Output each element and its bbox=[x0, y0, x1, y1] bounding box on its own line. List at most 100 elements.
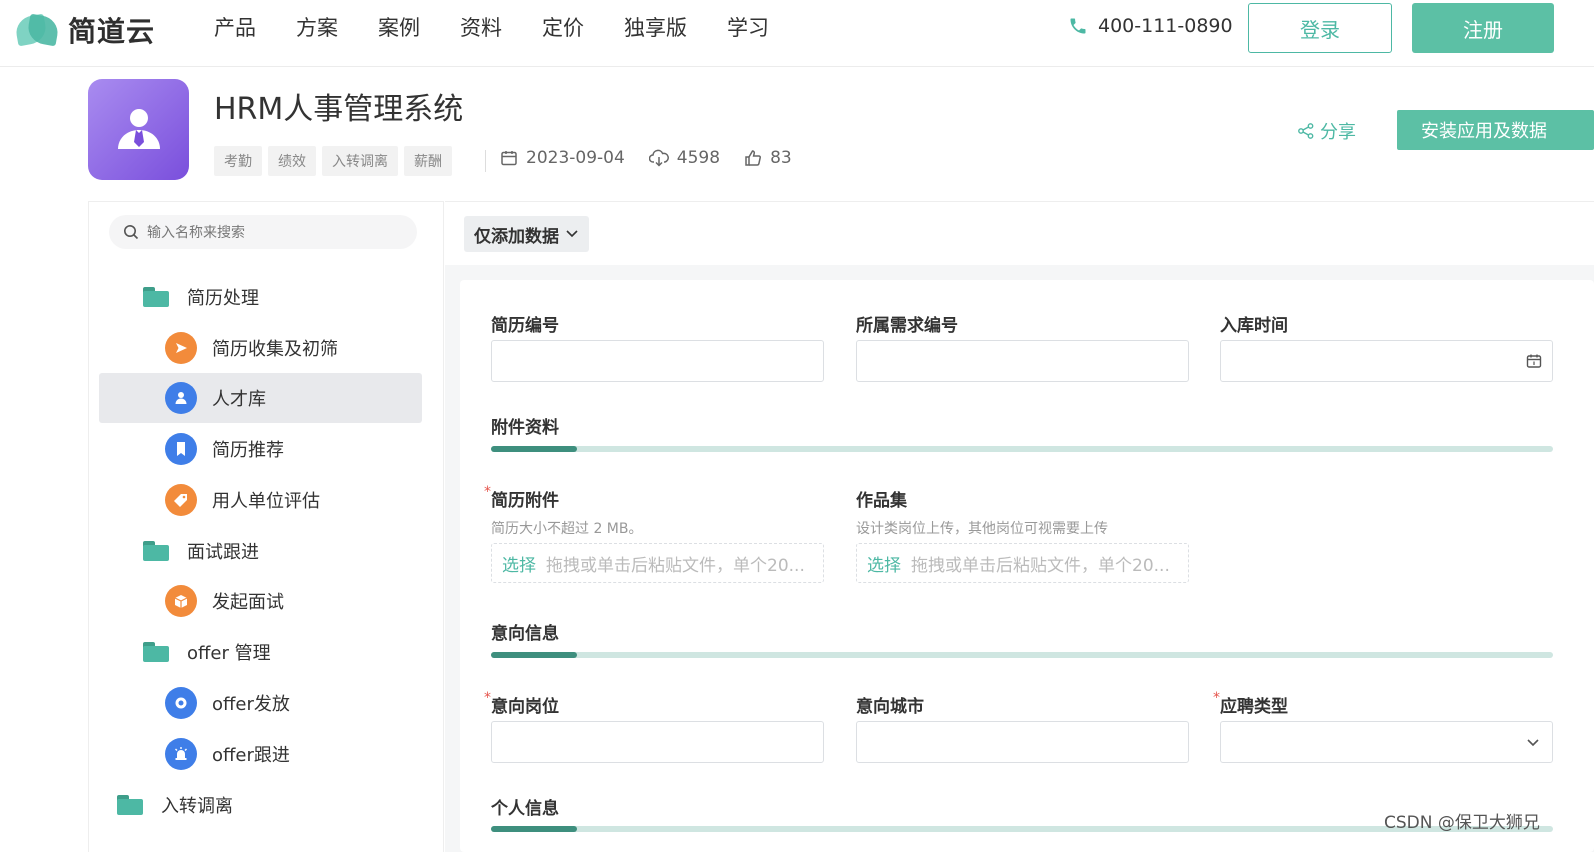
like-count[interactable]: 83 bbox=[744, 148, 792, 168]
login-button[interactable]: 登录 bbox=[1248, 3, 1392, 53]
apply-type-select[interactable] bbox=[1220, 721, 1553, 763]
phone-icon bbox=[1070, 18, 1086, 34]
cloud-download-icon bbox=[648, 149, 669, 167]
resume-id-input[interactable] bbox=[491, 340, 824, 382]
upload-drop-text: 拖拽或单击后粘贴文件，单个20... bbox=[911, 555, 1170, 576]
upload-drop-text: 拖拽或单击后粘贴文件，单个20... bbox=[546, 555, 805, 576]
share-button[interactable]: 分享 bbox=[1298, 118, 1356, 144]
field-label-portfolio: 作品集 bbox=[856, 491, 907, 511]
nav-item-pricing[interactable]: 定价 bbox=[542, 14, 584, 42]
sidebar-item-label: 面试跟进 bbox=[187, 542, 259, 563]
upload-select-link[interactable]: 选择 bbox=[867, 551, 901, 576]
app-tags: 考勤 绩效 入转调离 薪酬 bbox=[214, 146, 458, 176]
field-label-apply-type: * 应聘类型 bbox=[1213, 690, 1288, 717]
content-toolbar: 仅添加数据 bbox=[445, 201, 1594, 265]
field-label-text: 简历附件 bbox=[491, 491, 559, 511]
resume-attachment-hint: 简历大小不超过 2 MB。 bbox=[491, 521, 643, 537]
download-count: 4598 bbox=[648, 148, 720, 168]
register-button[interactable]: 注册 bbox=[1412, 3, 1554, 53]
intent-city-input[interactable] bbox=[856, 721, 1189, 763]
sidebar-item-employer-evaluation[interactable]: 用人单位评估 bbox=[99, 475, 422, 525]
sidebar-search-input[interactable]: 输入名称来搜索 bbox=[109, 215, 417, 249]
publish-date-value: 2023-09-04 bbox=[526, 148, 625, 168]
app-meta: 2023-09-04 4598 83 bbox=[500, 148, 816, 168]
sidebar-item-label: 简历处理 bbox=[187, 288, 259, 309]
field-label-resume-attachment: * 简历附件 bbox=[484, 484, 559, 511]
brand-name: 简道云 bbox=[68, 15, 156, 48]
demand-id-input[interactable] bbox=[856, 340, 1189, 382]
search-icon bbox=[124, 225, 139, 240]
folder-icon bbox=[143, 287, 169, 307]
field-label-text: 应聘类型 bbox=[1220, 697, 1288, 717]
publish-date: 2023-09-04 bbox=[500, 148, 625, 168]
app-icon bbox=[88, 79, 189, 180]
required-mark: * bbox=[484, 484, 491, 500]
sidebar-item-label: offer跟进 bbox=[212, 745, 290, 766]
field-label-intent-city: 意向城市 bbox=[856, 697, 924, 717]
sidebar-item-label: 发起面试 bbox=[212, 592, 284, 613]
folder-icon bbox=[143, 642, 169, 662]
tag-salary[interactable]: 薪酬 bbox=[404, 146, 452, 176]
top-navigation-bar: 简道云 产品 方案 案例 资料 定价 独享版 学习 400-111-0890 登… bbox=[0, 0, 1594, 67]
resume-upload-area[interactable]: 选择 拖拽或单击后粘贴文件，单个20... bbox=[491, 543, 824, 583]
sidebar-folder-interview[interactable]: 面试跟进 bbox=[99, 526, 422, 576]
nav-item-solutions[interactable]: 方案 bbox=[296, 14, 338, 42]
storage-time-input[interactable] bbox=[1220, 340, 1553, 382]
search-placeholder: 输入名称来搜索 bbox=[147, 225, 245, 241]
sidebar-item-resume-recommend[interactable]: 简历推荐 bbox=[99, 424, 422, 474]
sidebar-item-start-interview[interactable]: 发起面试 bbox=[99, 576, 422, 626]
box-icon bbox=[165, 585, 197, 617]
like-count-value: 83 bbox=[770, 148, 792, 168]
sidebar-item-label: offer 管理 bbox=[187, 643, 271, 664]
calendar-icon[interactable] bbox=[1526, 353, 1542, 369]
sidebar-folder-transfer[interactable]: 入转调离 bbox=[99, 780, 422, 830]
sidebar-item-label: 简历收集及初筛 bbox=[212, 339, 338, 360]
nav-item-learn[interactable]: 学习 bbox=[727, 14, 769, 42]
section-title-attachments: 附件资料 bbox=[491, 418, 559, 438]
share-label: 分享 bbox=[1320, 122, 1356, 143]
sidebar-item-label: 简历推荐 bbox=[212, 440, 284, 461]
section-title-personal: 个人信息 bbox=[491, 799, 559, 819]
portfolio-upload-area[interactable]: 选择 拖拽或单击后粘贴文件，单个20... bbox=[856, 543, 1189, 583]
tag-attendance[interactable]: 考勤 bbox=[214, 146, 262, 176]
data-mode-label: 仅添加数据 bbox=[474, 226, 559, 247]
tag-icon bbox=[165, 484, 197, 516]
sidebar-item-offer-followup[interactable]: offer跟进 bbox=[99, 729, 422, 779]
thumbs-up-icon bbox=[745, 150, 762, 166]
phone-number: 400-111-0890 bbox=[1098, 15, 1233, 37]
portfolio-hint: 设计类岗位上传，其他岗位可视需要上传 bbox=[856, 521, 1108, 537]
data-mode-dropdown[interactable]: 仅添加数据 bbox=[464, 216, 589, 252]
sidebar: 输入名称来搜索 简历处理 简历收集及初筛 人才库 简历推荐 用人单位评估 面试跟… bbox=[88, 201, 444, 852]
sidebar-item-label: 入转调离 bbox=[161, 796, 233, 817]
folder-icon bbox=[117, 795, 143, 815]
sidebar-item-resume-collect[interactable]: 简历收集及初筛 bbox=[99, 323, 422, 373]
section-divider bbox=[491, 446, 1553, 452]
app-title: HRM人事管理系统 bbox=[214, 92, 464, 127]
intent-position-input[interactable] bbox=[491, 721, 824, 763]
required-mark: * bbox=[484, 690, 491, 706]
logo-icon bbox=[13, 12, 62, 48]
calendar-icon bbox=[501, 151, 517, 166]
bookmark-icon bbox=[165, 433, 197, 465]
nav-item-dedicated[interactable]: 独享版 bbox=[624, 14, 687, 42]
upload-select-link[interactable]: 选择 bbox=[502, 551, 536, 576]
tag-onboarding[interactable]: 入转调离 bbox=[322, 146, 398, 176]
field-label-resume-id: 简历编号 bbox=[491, 316, 559, 336]
main-nav: 产品 方案 案例 资料 定价 独享版 学习 bbox=[214, 14, 809, 42]
send-icon bbox=[165, 332, 197, 364]
nav-item-cases[interactable]: 案例 bbox=[378, 14, 420, 42]
sidebar-folder-offer[interactable]: offer 管理 bbox=[99, 627, 422, 677]
chevron-down-icon bbox=[566, 230, 578, 238]
sidebar-item-offer-issue[interactable]: offer发放 bbox=[99, 678, 422, 728]
phone-contact: 400-111-0890 bbox=[1068, 15, 1233, 37]
sidebar-folder-resume[interactable]: 简历处理 bbox=[99, 272, 422, 322]
tag-performance[interactable]: 绩效 bbox=[268, 146, 316, 176]
employee-icon bbox=[117, 108, 160, 149]
sidebar-item-talent-pool[interactable]: 人才库 bbox=[99, 373, 422, 423]
alarm-icon bbox=[165, 738, 197, 770]
brand-logo[interactable]: 简道云 bbox=[13, 10, 156, 50]
nav-item-product[interactable]: 产品 bbox=[214, 14, 256, 42]
chevron-down-icon bbox=[1527, 739, 1539, 747]
nav-item-resources[interactable]: 资料 bbox=[460, 14, 502, 42]
install-app-button[interactable]: 安装应用及数据 bbox=[1397, 110, 1594, 150]
